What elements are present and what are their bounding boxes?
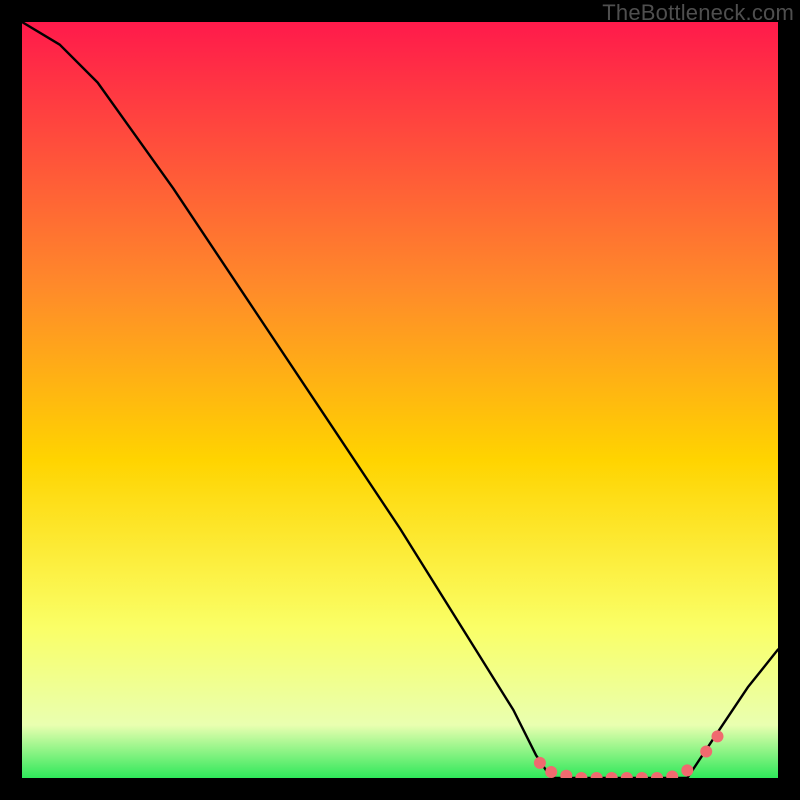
trough-dot [545,766,557,778]
chart-svg [22,22,778,778]
trough-dot [700,746,712,758]
chart-stage: TheBottleneck.com [0,0,800,800]
trough-dot [681,764,693,776]
trough-dot [534,757,546,769]
plot-area [22,22,778,778]
trough-dot [712,730,724,742]
